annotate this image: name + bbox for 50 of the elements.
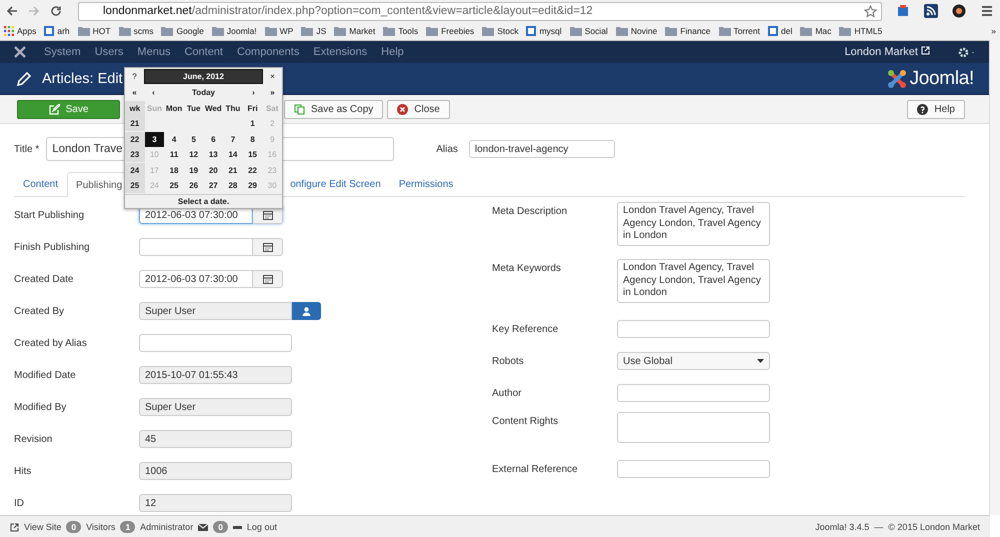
field-label: Created by Alias (14, 338, 88, 348)
weekday-label: Sun (146, 102, 163, 115)
week-number: 25 (125, 178, 145, 194)
count-badge: 1 (120, 521, 136, 533)
field-label: Hits (14, 466, 32, 476)
field-label: Start Publishing (14, 210, 86, 220)
separator-text: — (874, 522, 884, 532)
field-label: Modified Date (14, 370, 77, 380)
field-label: Created By (14, 306, 66, 316)
page-title: Articles: Edit (42, 70, 123, 86)
field-label: Created Date (14, 274, 74, 284)
field-label: Title * (14, 144, 40, 154)
field-label: Alias (436, 144, 458, 154)
readonly-field: 45 (139, 430, 292, 448)
week-number: 22 (125, 132, 145, 147)
user-field: Super User (139, 302, 292, 320)
visitors-label: Visitors (86, 522, 116, 532)
field-label: ID (14, 498, 25, 508)
field-label: Revision (14, 434, 54, 444)
week-number: 21 (125, 116, 145, 132)
readonly-field: Super User (139, 398, 292, 416)
weekday-label: Sat (264, 102, 280, 115)
weekday-label: Fri (246, 102, 259, 115)
version-text: Joomla! 3.4.5 (815, 522, 870, 532)
calendar-title: June, 2012 (144, 69, 263, 84)
field-label: Author (492, 388, 522, 398)
week-number: 24 (125, 162, 145, 178)
calendar-status: Select a date. (125, 194, 282, 208)
count-badge: 0 (66, 521, 82, 533)
week-number: 23 (125, 147, 145, 162)
administrator-label: Administrator (140, 522, 194, 532)
weekday-label: Wed (204, 102, 223, 115)
weekday-label: Tue (186, 102, 202, 115)
field-label: Meta Description (492, 205, 568, 217)
readonly-field: 1006 (139, 462, 292, 480)
field-label: Robots (492, 356, 525, 366)
weekday-label: Mon (164, 102, 184, 115)
field-label: Content Rights (492, 415, 560, 427)
joomla-logo-text: Joomla! (910, 68, 974, 90)
count-badge: 0 (213, 521, 228, 533)
field-label: Meta Keywords (492, 262, 562, 274)
field-label: Finish Publishing (14, 242, 91, 252)
field-label: Key Reference (492, 324, 560, 334)
field-label: External Reference (492, 464, 579, 474)
readonly-field: 2015-10-07 01:55:43 (139, 366, 292, 384)
copyright-text: © 2015 London Market (888, 522, 980, 532)
weekday-label: Thu (224, 102, 242, 115)
field-label: Modified By (14, 402, 68, 412)
readonly-field: 12 (139, 494, 292, 512)
weekday-label: wk (125, 100, 145, 116)
